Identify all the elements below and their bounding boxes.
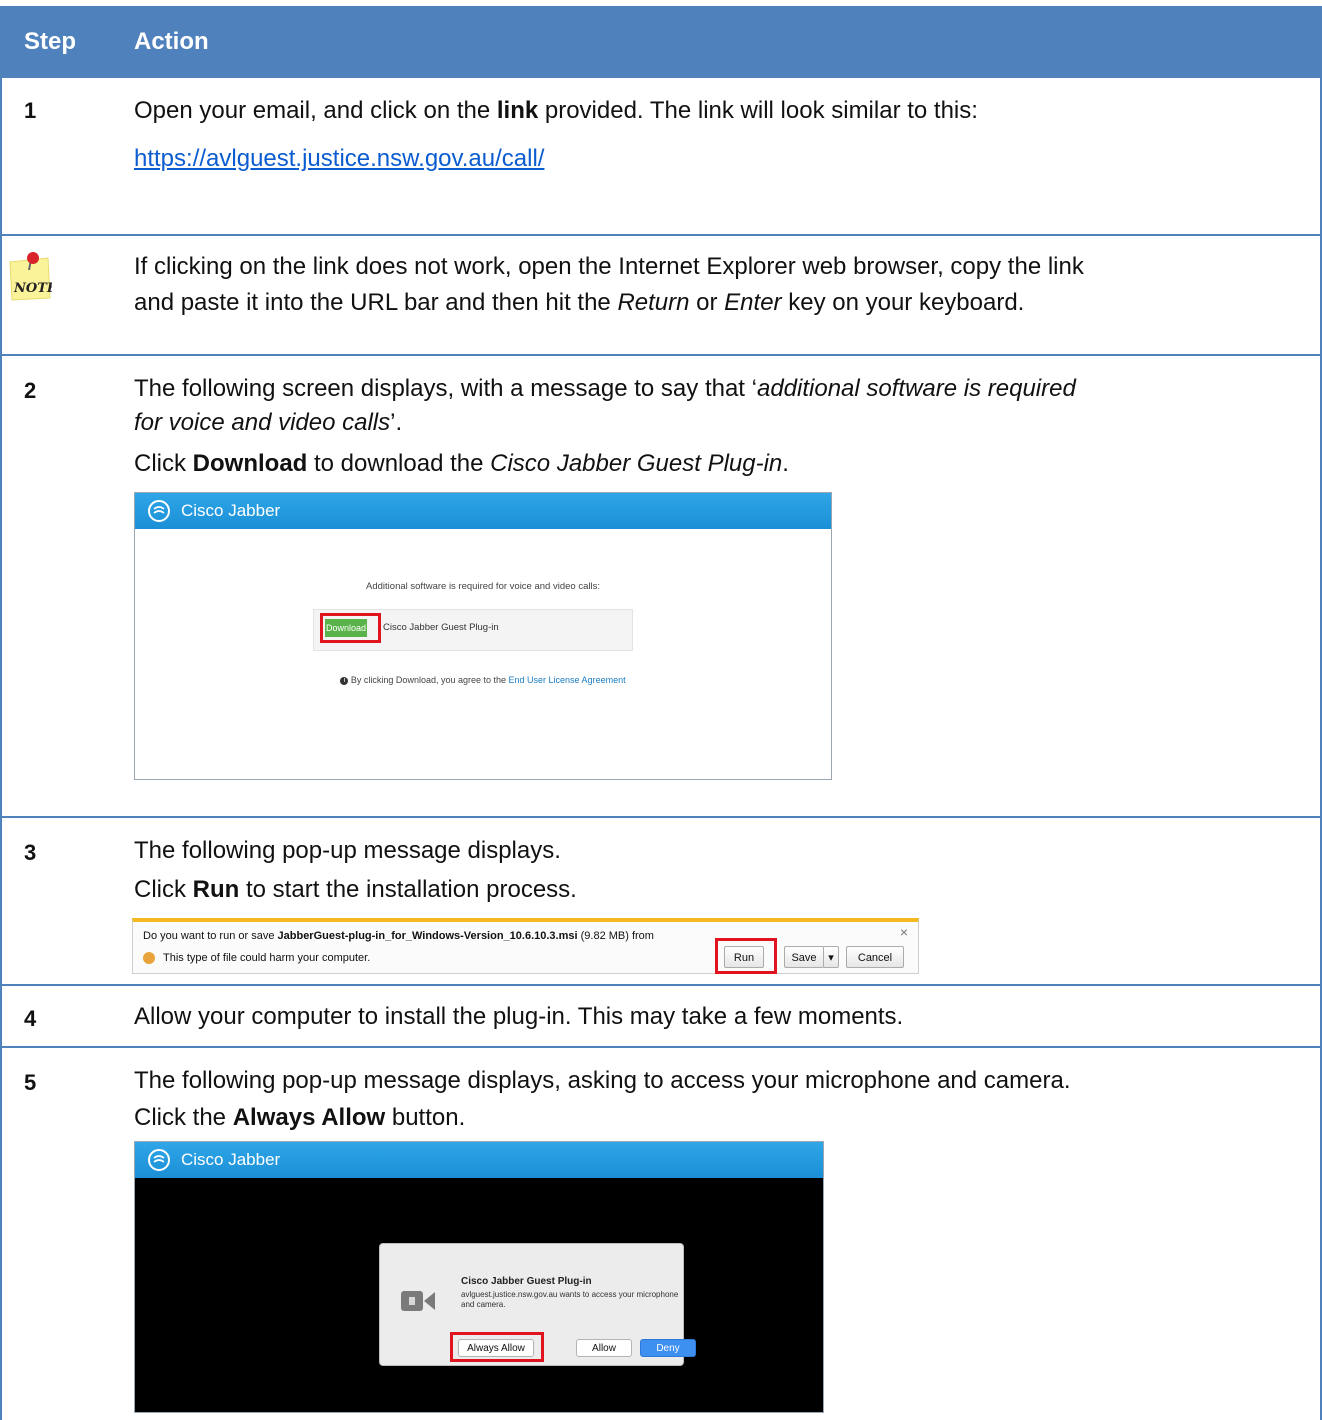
step-number: 1 bbox=[24, 98, 37, 123]
highlight-box bbox=[715, 938, 777, 974]
step-2-line-2: for voice and video calls’. bbox=[134, 409, 403, 436]
svg-text:NOTE: NOTE bbox=[13, 281, 52, 296]
step-3-line-2: Click Run to start the installation proc… bbox=[134, 876, 577, 903]
dialog-message-line-1: avlguest.justice.nsw.gov.au wants to acc… bbox=[461, 1290, 679, 1299]
table-row-step-2: 2 The following screen displays, with a … bbox=[2, 354, 1320, 816]
jabber-title-bar: Cisco Jabber bbox=[135, 493, 831, 529]
step-2-line-3: Click Download to download the Cisco Jab… bbox=[134, 450, 789, 477]
shield-warning-icon bbox=[143, 952, 155, 965]
step-number: 2 bbox=[24, 378, 37, 403]
step-5-line-1: The following pop-up message displays, a… bbox=[134, 1067, 1071, 1094]
jabber-logo-icon bbox=[148, 1149, 170, 1171]
allow-button[interactable]: Allow bbox=[576, 1339, 632, 1357]
steps-table: Step Action 1 Open your email, and click… bbox=[0, 6, 1322, 1420]
deny-button[interactable]: Deny bbox=[640, 1339, 696, 1357]
step-number: 4 bbox=[24, 1006, 37, 1031]
avl-guest-link[interactable]: https://avlguest.justice.nsw.gov.au/call… bbox=[134, 145, 544, 172]
download-question: Do you want to run or save JabberGuest-p… bbox=[143, 930, 654, 942]
ie-download-bar: Do you want to run or save JabberGuest-p… bbox=[132, 918, 919, 974]
plugin-required-message: Additional software is required for voic… bbox=[366, 581, 600, 592]
table-row-step-1: 1 Open your email, and click on the link… bbox=[2, 76, 1320, 234]
jabber-title-bar: Cisco Jabber bbox=[135, 1142, 823, 1178]
step-number: 5 bbox=[24, 1070, 37, 1095]
close-icon[interactable]: × bbox=[900, 924, 908, 940]
window-title: Cisco Jabber bbox=[181, 1150, 281, 1169]
jabber-download-screenshot: Cisco Jabber Additional software is requ… bbox=[134, 492, 832, 780]
jabber-permission-screenshot: Cisco Jabber Cisco Jabber Guest Plug-in … bbox=[134, 1141, 824, 1413]
save-button[interactable]: Save bbox=[784, 946, 824, 968]
table-row-step-4: 4 Allow your computer to install the plu… bbox=[2, 984, 1320, 1046]
note-line-2: and paste it into the URL bar and then h… bbox=[134, 289, 1025, 316]
note-line-1: If clicking on the link does not work, o… bbox=[134, 253, 1084, 280]
save-options-chevron-down-icon[interactable]: ▾ bbox=[823, 946, 839, 968]
table-row-step-5: 5 The following pop-up message displays,… bbox=[2, 1046, 1320, 1420]
action-column-header: Action bbox=[134, 28, 209, 55]
table-header: Step Action bbox=[2, 6, 1320, 76]
dialog-title: Cisco Jabber Guest Plug-in bbox=[461, 1276, 592, 1287]
note-icon: NOTE bbox=[6, 252, 58, 302]
license-notice: i By clicking Download, you agree to the… bbox=[135, 675, 831, 685]
cancel-button[interactable]: Cancel bbox=[846, 946, 904, 968]
step-number: 3 bbox=[24, 840, 37, 865]
plugin-name: Cisco Jabber Guest Plug-in bbox=[383, 622, 499, 633]
info-icon: i bbox=[340, 676, 349, 685]
highlight-box bbox=[320, 613, 381, 643]
table-row-step-3: 3 The following pop-up message displays.… bbox=[2, 816, 1320, 984]
step-3-line-1: The following pop-up message displays. bbox=[134, 837, 561, 864]
download-warning: This type of file could harm your comput… bbox=[143, 952, 370, 965]
jabber-logo-icon bbox=[148, 500, 170, 522]
step-5-line-2: Click the Always Allow button. bbox=[134, 1104, 466, 1131]
window-title: Cisco Jabber bbox=[181, 501, 281, 520]
table-row-note: NOTE If clicking on the link does not wo… bbox=[2, 234, 1320, 354]
camera-icon bbox=[399, 1287, 437, 1315]
permission-dialog: Cisco Jabber Guest Plug-in avlguest.just… bbox=[379, 1243, 696, 1366]
step-4-text: Allow your computer to install the plug-… bbox=[134, 1003, 904, 1030]
step-column-header: Step bbox=[24, 28, 77, 55]
document-page: Step Action 1 Open your email, and click… bbox=[0, 0, 1322, 1420]
dialog-message-line-2: and camera. bbox=[461, 1300, 506, 1309]
step-1-text: Open your email, and click on the link p… bbox=[134, 97, 978, 124]
eula-link[interactable]: End User License Agreement bbox=[509, 675, 626, 685]
step-2-line-1: The following screen displays, with a me… bbox=[134, 375, 1076, 402]
highlight-box bbox=[450, 1332, 544, 1362]
